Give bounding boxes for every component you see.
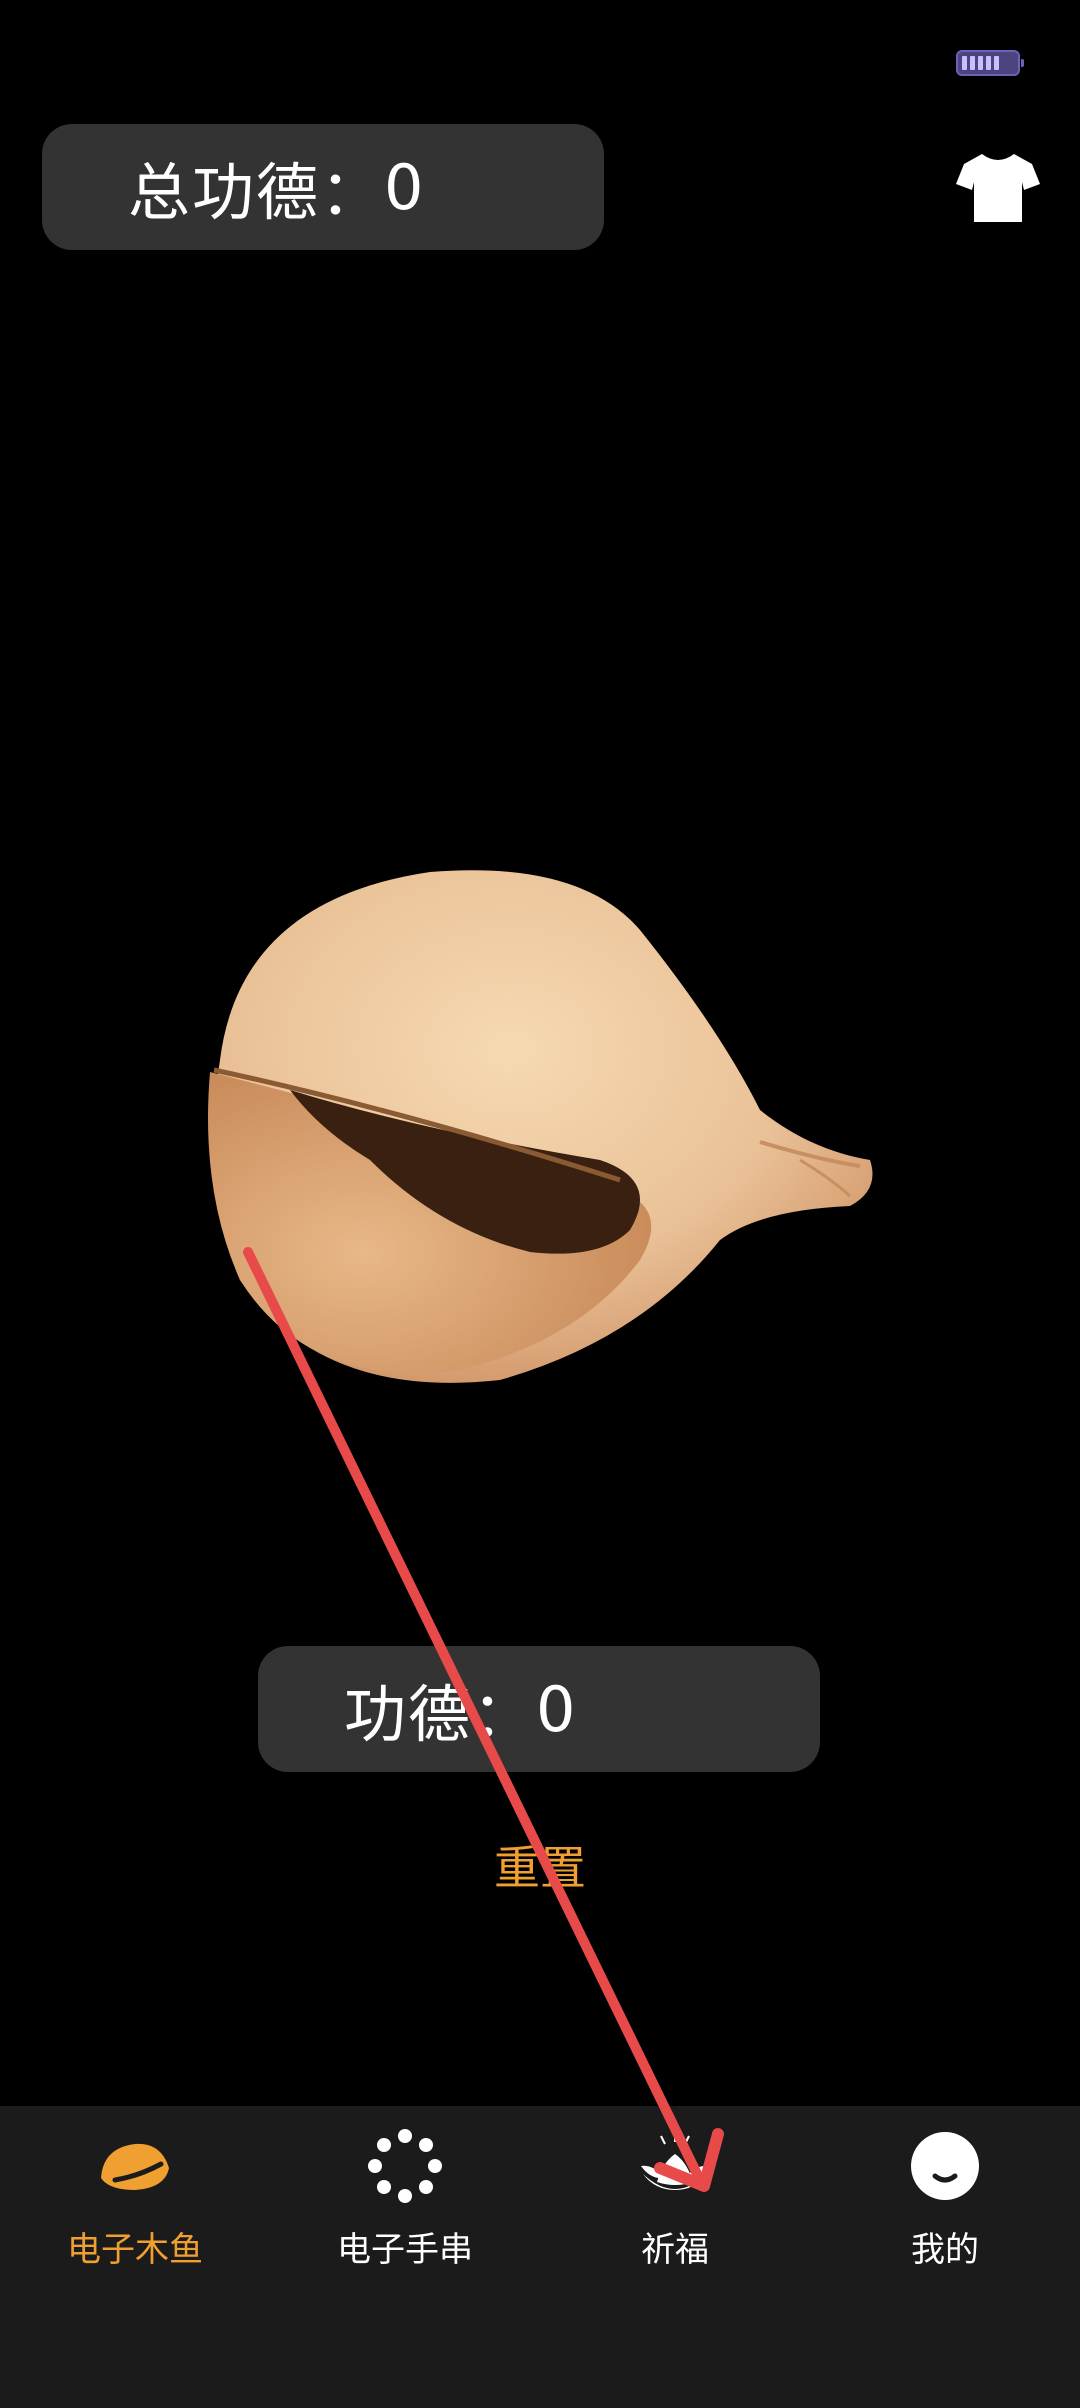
lotus-icon — [641, 2132, 709, 2190]
tab-label: 我的 — [911, 2230, 979, 2270]
tab-wooden-fish[interactable]: 电子木鱼 — [0, 2106, 270, 2408]
battery-icon — [956, 50, 1024, 76]
merit-value: 0 — [536, 1672, 578, 1746]
tab-label: 电子木鱼 — [67, 2230, 203, 2270]
bead-bracelet-icon — [368, 2129, 442, 2203]
total-merit-display: 总功德： 0 — [42, 124, 604, 250]
tshirt-icon[interactable] — [956, 150, 1040, 224]
merit-counter-display: 功德： 0 — [258, 1646, 820, 1772]
total-merit-label: 总功德： — [128, 156, 385, 229]
tab-bead-bracelet[interactable]: 电子手串 — [270, 2106, 540, 2408]
total-merit-value: 0 — [384, 150, 426, 224]
tab-me[interactable]: 我的 — [810, 2106, 1080, 2408]
tab-label: 电子手串 — [337, 2230, 473, 2270]
tab-label: 祈福 — [641, 2230, 709, 2270]
reset-button[interactable]: 重置 — [0, 1832, 1080, 1898]
wooden-fish-image[interactable] — [200, 860, 880, 1400]
merit-label: 功德： — [344, 1678, 537, 1751]
bottom-tab-bar: 电子木鱼 电子手串 祈福 我的 — [0, 2106, 1080, 2408]
tab-prayer[interactable]: 祈福 — [540, 2106, 810, 2408]
wooden-fish-icon — [101, 2143, 169, 2190]
profile-icon — [911, 2132, 979, 2200]
